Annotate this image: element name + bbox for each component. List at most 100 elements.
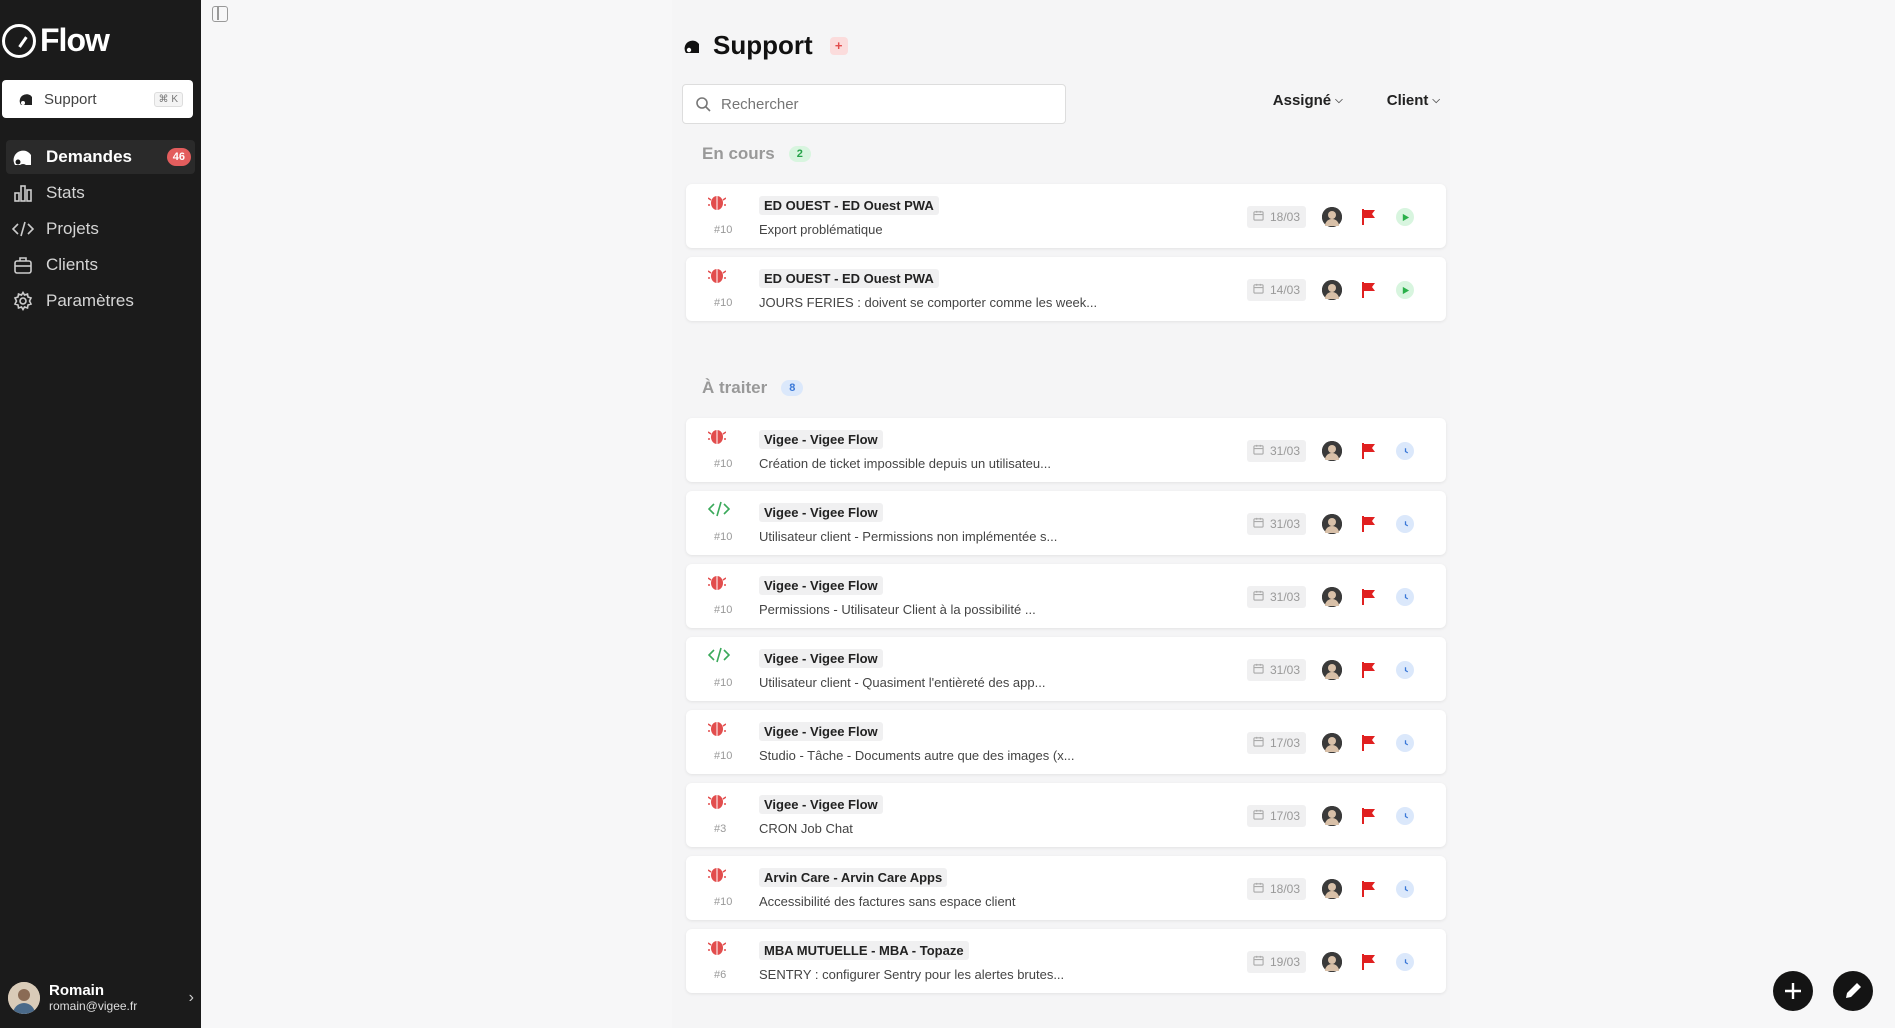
request-card[interactable]: #6 MBA MUTUELLE - MBA - Topaze SENTRY : co… (686, 929, 1446, 993)
play-icon[interactable] (1396, 208, 1414, 226)
filters: Assigné ⌵ Client ⌵ (1273, 92, 1440, 109)
request-title: Utilisateur client - Quasiment l'entière… (759, 675, 1046, 690)
due-date-text: 17/03 (1269, 809, 1300, 823)
due-date-badge[interactable]: 19/03 (1246, 951, 1306, 973)
support-icon (684, 40, 699, 53)
priority-flag-icon[interactable] (1361, 442, 1377, 460)
clock-icon[interactable] (1396, 661, 1414, 679)
add-request-button[interactable]: + (829, 36, 848, 55)
due-date-text: 31/03 (1269, 663, 1300, 677)
request-title: Permissions - Utilisateur Client à la po… (759, 602, 1036, 617)
request-card[interactable]: #10 ED OUEST - ED Ouest PWA JOURS FERIES :… (686, 257, 1446, 321)
assignee-avatar[interactable] (1322, 207, 1342, 227)
clock-icon[interactable] (1396, 953, 1414, 971)
priority-flag-icon[interactable] (1361, 734, 1377, 752)
clock-icon[interactable] (1396, 515, 1414, 533)
create-button[interactable] (1773, 971, 1813, 1011)
section-title: En cours (702, 144, 775, 163)
due-date-text: 31/03 (1269, 444, 1300, 458)
assignee-avatar[interactable] (1322, 441, 1342, 461)
page-title: Support (713, 30, 813, 60)
assignee-avatar[interactable] (1322, 587, 1342, 607)
assignee-avatar[interactable] (1322, 514, 1342, 534)
ticket-number: #10 (714, 677, 733, 689)
assignee-avatar[interactable] (1322, 660, 1342, 680)
request-card[interactable]: #10 Arvin Care - Arvin Care Apps Accessibi… (686, 856, 1446, 920)
request-card[interactable]: #10 Vigee - Vigee Flow Utilisateur client … (686, 491, 1446, 555)
priority-flag-icon[interactable] (1361, 515, 1377, 533)
clock-icon[interactable] (1396, 588, 1414, 606)
user-email: romain@vigee.fr (49, 998, 138, 1013)
sidebar-item-demandes[interactable]: Demandes 46 (6, 140, 195, 174)
clock-icon[interactable] (1396, 734, 1414, 752)
calendar-icon (1253, 590, 1264, 604)
clock-icon[interactable] (1396, 807, 1414, 825)
workspace-switcher[interactable]: Support ⌘ K (2, 80, 193, 118)
assignee-avatar[interactable] (1322, 733, 1342, 753)
due-date-badge[interactable]: 17/03 (1246, 732, 1306, 754)
gear-icon (12, 290, 34, 312)
pencil-icon (1846, 983, 1861, 998)
requests-count-badge: 46 (166, 148, 191, 166)
assignee-filter-label: Assigné (1272, 92, 1332, 109)
priority-flag-icon[interactable] (1361, 807, 1377, 825)
request-title: Accessibilité des factures sans espace c… (759, 894, 1016, 909)
search-bar[interactable] (682, 84, 1066, 124)
request-card[interactable]: #10 ED OUEST - ED Ouest PWA Export problém… (686, 184, 1446, 248)
request-card[interactable]: #10 Vigee - Vigee Flow Studio - Tâche - Do… (686, 710, 1446, 774)
calendar-icon (1253, 517, 1264, 531)
section-in-progress-header[interactable]: En cours 2 (702, 144, 811, 164)
sidebar: Flow Support ⌘ K Demandes 46 Stats Proje… (0, 0, 201, 1028)
app-name: Flow (40, 22, 110, 58)
bug-icon (707, 864, 727, 884)
calendar-icon (1253, 736, 1264, 750)
clock-icon[interactable] (1396, 442, 1414, 460)
clock-icon[interactable] (1396, 880, 1414, 898)
due-date-badge[interactable]: 31/03 (1246, 440, 1306, 462)
assignee-avatar[interactable] (1322, 952, 1342, 972)
assignee-filter[interactable]: Assigné ⌵ (1273, 92, 1343, 109)
user-menu[interactable]: Romain romain@vigee.fr › (8, 978, 194, 1018)
app-logo[interactable]: Flow (2, 22, 110, 59)
assignee-avatar[interactable] (1322, 280, 1342, 300)
priority-flag-icon[interactable] (1361, 208, 1377, 226)
client-filter[interactable]: Client ⌵ (1387, 92, 1440, 109)
priority-flag-icon[interactable] (1361, 588, 1377, 606)
request-card[interactable]: #3 Vigee - Vigee Flow CRON Job Chat 17/03 (686, 783, 1446, 847)
search-input[interactable] (721, 95, 1051, 113)
briefcase-icon (12, 254, 34, 276)
shortcut-hint: ⌘ K (153, 91, 183, 107)
due-date-badge[interactable]: 18/03 (1246, 878, 1306, 900)
due-date-badge[interactable]: 31/03 (1246, 586, 1306, 608)
priority-flag-icon[interactable] (1361, 880, 1377, 898)
request-card[interactable]: #10 Vigee - Vigee Flow Permissions - Utili… (686, 564, 1446, 628)
sidebar-toggle-icon[interactable] (212, 6, 228, 22)
ticket-number: #10 (714, 458, 733, 470)
play-icon[interactable] (1396, 281, 1414, 299)
priority-flag-icon[interactable] (1361, 953, 1377, 971)
assignee-avatar[interactable] (1322, 879, 1342, 899)
sidebar-item-projets[interactable]: Projets (6, 212, 195, 246)
due-date-badge[interactable]: 31/03 (1246, 513, 1306, 535)
request-card[interactable]: #10 Vigee - Vigee Flow Création de ticket … (686, 418, 1446, 482)
sidebar-item-clients[interactable]: Clients (6, 248, 195, 282)
due-date-badge[interactable]: 18/03 (1246, 206, 1306, 228)
due-date-badge[interactable]: 31/03 (1246, 659, 1306, 681)
priority-flag-icon[interactable] (1361, 281, 1377, 299)
sidebar-item-parametres[interactable]: Paramètres (6, 284, 195, 318)
ticket-number: #10 (714, 750, 733, 762)
workspace-label: Support (44, 90, 97, 108)
project-label: Vigee - Vigee Flow (759, 795, 883, 814)
due-date-text: 31/03 (1269, 590, 1300, 604)
avatar (8, 982, 40, 1014)
project-label: Vigee - Vigee Flow (759, 430, 883, 449)
due-date-badge[interactable]: 14/03 (1246, 279, 1306, 301)
section-todo-header[interactable]: À traiter 8 (702, 378, 804, 398)
assignee-avatar[interactable] (1322, 806, 1342, 826)
sidebar-item-stats[interactable]: Stats (6, 176, 195, 210)
section-title: À traiter (702, 378, 768, 397)
due-date-badge[interactable]: 17/03 (1246, 805, 1306, 827)
request-card[interactable]: #10 Vigee - Vigee Flow Utilisateur client … (686, 637, 1446, 701)
compose-button[interactable] (1833, 971, 1873, 1011)
priority-flag-icon[interactable] (1361, 661, 1377, 679)
